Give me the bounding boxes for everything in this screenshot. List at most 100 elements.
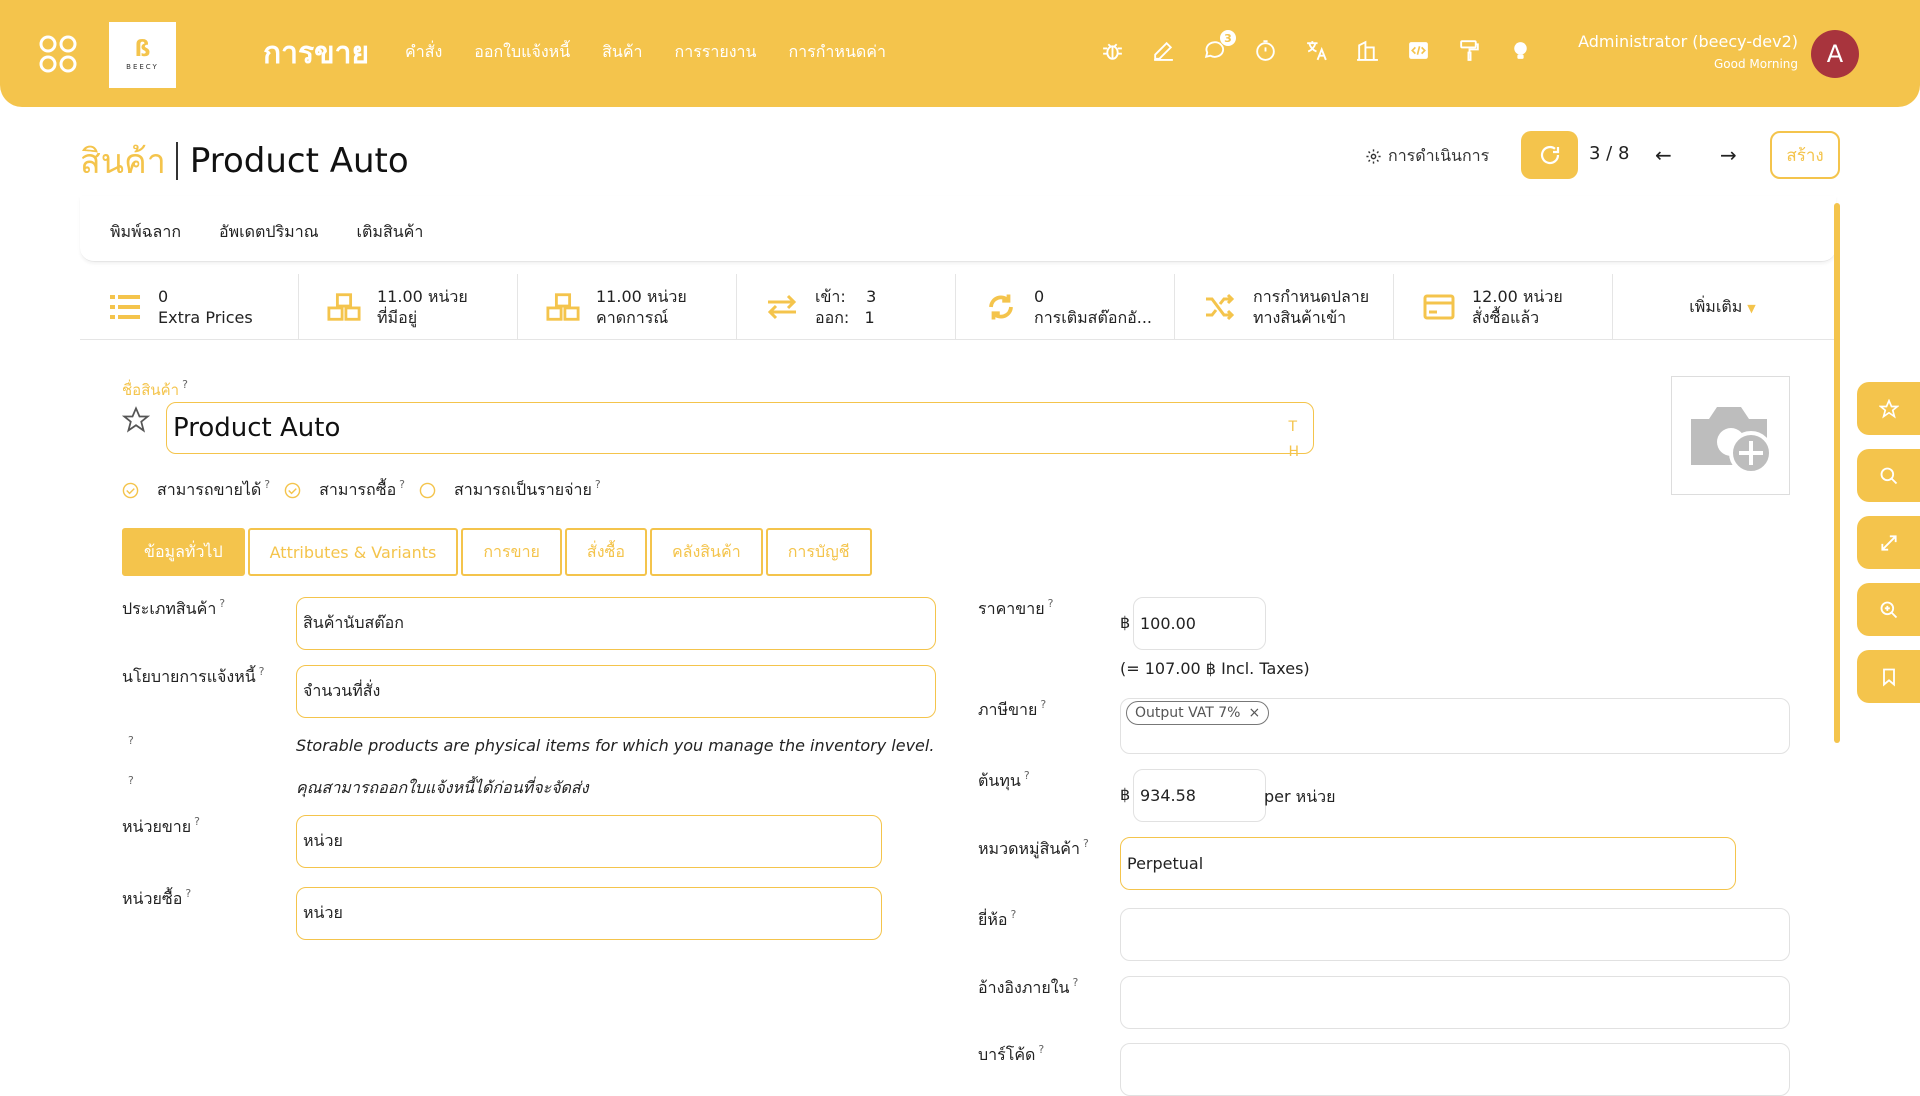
purchase-uom-select[interactable]: หน่วย <box>296 887 882 940</box>
floating-side-buttons <box>1857 382 1920 703</box>
create-button[interactable]: สร้าง <box>1770 131 1840 179</box>
pager-value[interactable]: 3 / 8 <box>1589 143 1629 164</box>
actions-menu-button[interactable]: การดำเนินการ <box>1365 144 1489 169</box>
search-side-button[interactable] <box>1857 449 1920 502</box>
update-quantity-button[interactable]: อัพเดตปริมาณ <box>219 220 319 245</box>
code-icon[interactable] <box>1406 38 1431 63</box>
bookmark-side-button[interactable] <box>1857 650 1920 703</box>
bug-icon[interactable] <box>1100 38 1125 63</box>
stat-value: 11.00 หน่วย <box>596 287 687 306</box>
stat-reordering-rules[interactable]: 0 การเติมสต๊อกอั... <box>956 274 1175 340</box>
menu-invoicing[interactable]: ออกใบแจ้งหนี้ <box>474 40 570 65</box>
can-expense-label: สามารถเป็นรายจ่าย? <box>454 478 601 499</box>
pager-next-icon[interactable]: → <box>1720 143 1737 167</box>
expand-side-button[interactable] <box>1857 516 1920 569</box>
app-brand-title[interactable]: การขาย <box>263 30 369 77</box>
brand-label: ยี่ห้อ? <box>978 908 1017 929</box>
user-menu[interactable]: Administrator (beecy-dev2) Good Morning <box>1578 32 1798 71</box>
avatar[interactable]: A <box>1811 30 1859 78</box>
zoom-in-icon <box>1880 601 1897 618</box>
tab-sales[interactable]: การขาย <box>461 528 562 576</box>
app-grid-icon[interactable] <box>38 34 80 76</box>
print-labels-button[interactable]: พิมพ์ฉลาก <box>110 220 181 245</box>
breadcrumb-parent[interactable]: สินค้า <box>80 134 166 188</box>
checkbox-can-sell[interactable] <box>122 482 139 499</box>
stat-more-button[interactable]: เพิ่มเติม ▼ <box>1613 274 1832 340</box>
stat-extra-prices[interactable]: 0 Extra Prices <box>80 274 299 340</box>
menu-orders[interactable]: คำสั่ง <box>405 40 442 65</box>
product-image-upload[interactable] <box>1671 376 1790 495</box>
user-greeting: Good Morning <box>1714 57 1798 71</box>
stat-value: 0 <box>1034 287 1045 306</box>
company-logo[interactable]: ß BEECY <box>109 22 176 88</box>
paint-roller-icon[interactable] <box>1457 38 1482 63</box>
internal-reference-input[interactable] <box>1120 976 1790 1029</box>
stat-in-out[interactable]: เข้า: 3 ออก: 1 <box>737 274 956 340</box>
tax-tag: Output VAT 7% × <box>1126 701 1270 725</box>
sales-price-input[interactable]: 100.00 <box>1133 597 1266 650</box>
tab-general-info[interactable]: ข้อมูลทั่วไป <box>122 528 245 576</box>
random-icon <box>1203 290 1237 324</box>
replenish-button[interactable]: เติมสินค้า <box>357 220 424 245</box>
logo-text: BEECY <box>126 63 159 71</box>
lightbulb-icon[interactable] <box>1508 38 1533 63</box>
product-type-help: Storable products are physical items for… <box>296 736 935 755</box>
stat-putaway-rules[interactable]: การกำหนดปลาย ทางสินค้าเข้า <box>1175 274 1394 340</box>
refresh-button[interactable] <box>1521 131 1578 179</box>
checkbox-can-purchase[interactable] <box>284 482 301 499</box>
zoom-side-button[interactable] <box>1857 583 1920 636</box>
favorite-star-icon[interactable] <box>121 406 151 434</box>
stat-label: สั่งซื้อแล้ว <box>1472 308 1540 327</box>
barcode-input[interactable] <box>1120 1043 1790 1096</box>
purchase-uom-label: หน่วยซื้อ? <box>122 887 192 908</box>
gear-icon <box>1366 149 1381 164</box>
tab-purchase[interactable]: สั่งซื้อ <box>564 528 647 576</box>
sales-uom-select[interactable]: หน่วย <box>296 815 882 868</box>
favorite-side-button[interactable] <box>1857 382 1920 435</box>
user-name: Administrator (beecy-dev2) <box>1578 32 1798 51</box>
breadcrumb-current: Product Auto <box>189 141 409 181</box>
systray: 3 <box>1100 30 1533 63</box>
stat-forecast[interactable]: 11.00 หน่วยคาดการณ์ <box>518 274 737 340</box>
invoice-policy-select[interactable]: จำนวนที่สั่ง <box>296 665 936 718</box>
stat-purchased[interactable]: 12.00 หน่วย สั่งซื้อแล้ว <box>1394 274 1613 340</box>
product-type-select[interactable]: สินค้านับสต๊อก <box>296 597 936 650</box>
form-statusbar: พิมพ์ฉลาก อัพเดตปริมาณ เติมสินค้า <box>80 196 1836 262</box>
cost-input[interactable]: 934.58 <box>1133 769 1266 822</box>
edit-icon[interactable] <box>1151 38 1176 63</box>
product-category-select[interactable]: Perpetual <box>1120 837 1736 890</box>
stat-label: การกำหนดปลาย <box>1253 287 1370 306</box>
logo-bee-mark: ß <box>134 37 151 62</box>
credit-card-icon <box>1422 290 1456 324</box>
tab-inventory[interactable]: คลังสินค้า <box>649 528 763 576</box>
tab-attributes-variants[interactable]: Attributes & Variants <box>247 528 459 576</box>
menu-reporting[interactable]: การรายงาน <box>675 40 757 65</box>
camera-plus-icon <box>1690 406 1773 475</box>
timer-icon[interactable] <box>1253 38 1278 63</box>
translate-language-tag[interactable]: TH <box>1288 415 1299 465</box>
product-name-input[interactable]: Product Auto TH <box>166 402 1314 460</box>
scrollbar-thumb[interactable] <box>1834 203 1840 743</box>
menu-products[interactable]: สินค้า <box>602 40 642 65</box>
price-incl-taxes: (= 107.00 ฿ Incl. Taxes) <box>1120 659 1310 678</box>
currency-symbol: ฿ <box>1120 613 1131 632</box>
tab-accounting[interactable]: การบัญชี <box>765 528 872 576</box>
building-icon[interactable] <box>1355 38 1380 63</box>
stat-on-hand[interactable]: 11.00 หน่วย ที่มีอยู่ <box>299 274 518 340</box>
translate-icon[interactable] <box>1304 38 1329 63</box>
chat-icon[interactable]: 3 <box>1202 30 1236 63</box>
stat-label: คาดการณ์ <box>596 308 669 327</box>
sales-uom-label: หน่วยขาย? <box>122 815 200 836</box>
menu-configuration[interactable]: การกำหนดค่า <box>788 40 886 65</box>
product-flags: สามารถขายได้? สามารถซื้อ? สามารถเป็นรายจ… <box>122 478 615 503</box>
customer-taxes-label: ภาษีขาย? <box>978 698 1047 719</box>
remove-tag-icon[interactable]: × <box>1248 705 1260 721</box>
sales-price-label: ราคาขาย? <box>978 597 1054 618</box>
pager-previous-icon[interactable]: ← <box>1655 143 1672 167</box>
refresh-icon <box>1540 145 1559 165</box>
invoice-policy-label: นโยบายการแจ้งหนี้? <box>122 665 265 686</box>
stat-label: การเติมสต๊อกอั... <box>1034 308 1152 327</box>
actions-label: การดำเนินการ <box>1388 146 1490 165</box>
checkbox-can-expense[interactable] <box>419 482 436 499</box>
brand-input[interactable] <box>1120 908 1790 961</box>
